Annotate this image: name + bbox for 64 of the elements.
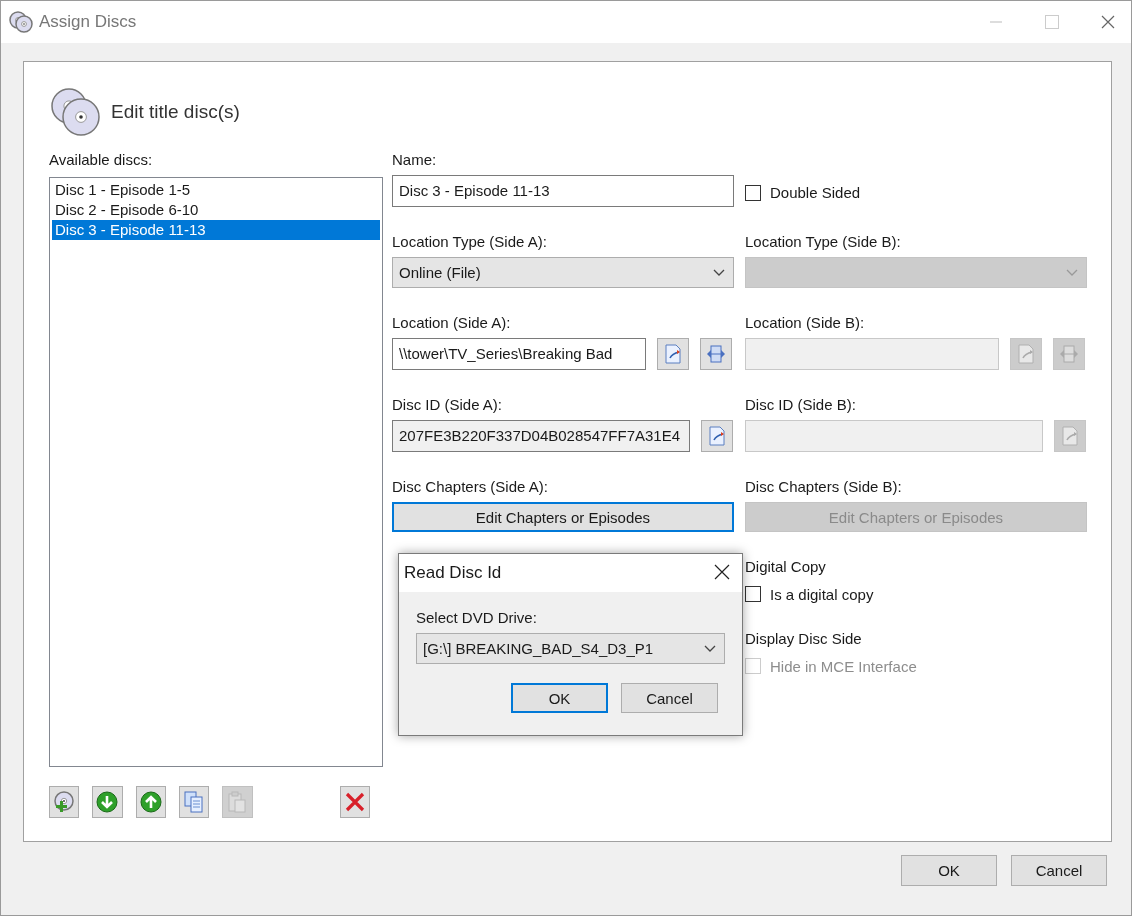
film-strip-icon	[1059, 345, 1079, 363]
checkbox-label: Is a digital copy	[770, 585, 874, 603]
field-label: Location Type (Side B):	[745, 232, 901, 252]
edit-document-icon	[664, 344, 682, 364]
toolbar-button[interactable]	[92, 786, 123, 818]
field-label: Disc ID (Side B):	[745, 395, 856, 415]
close-icon	[714, 563, 730, 580]
window-title: Assign Discs	[39, 12, 137, 32]
field-label: Disc Chapters (Side A):	[392, 477, 548, 497]
dialog-title: Read Disc Id	[404, 563, 502, 583]
disc-id-field[interactable]: 207FE3B220F337D04B028547FF7A31E4	[392, 420, 690, 452]
disc-list-item[interactable]: Disc 3 - Episode 11-13	[52, 220, 380, 240]
field-label: Display Disc Side	[745, 629, 862, 649]
minimize-icon	[990, 21, 1002, 23]
toolbar-button[interactable]	[49, 786, 80, 818]
field-label: Disc Chapters (Side B):	[745, 477, 902, 497]
add-disc-icon	[53, 791, 76, 813]
toolbar-button[interactable]	[179, 786, 210, 818]
copy-icon	[183, 791, 206, 813]
toolbar-button[interactable]	[135, 786, 166, 818]
drive-dropdown[interactable]: [G:\] BREAKING_BAD_S4_D3_P1	[416, 633, 725, 664]
video-button[interactable]	[700, 338, 732, 370]
caret-icon	[1066, 268, 1078, 277]
edit-document-icon	[1017, 344, 1035, 364]
video-button[interactable]	[1053, 338, 1085, 370]
name-field[interactable]: Disc 3 - Episode 11-13	[392, 175, 734, 207]
checkbox[interactable]	[745, 586, 761, 602]
read-disc-id-button[interactable]	[1054, 420, 1086, 452]
clipboard-icon	[226, 791, 249, 813]
close-icon	[1101, 15, 1115, 29]
checkbox-label: Hide in MCE Interface	[770, 657, 917, 675]
dropdown[interactable]: Online (File)	[392, 257, 734, 288]
field-label: Location Type (Side A):	[392, 232, 547, 252]
disc-list-item[interactable]: Disc 1 - Episode 1-5	[52, 180, 380, 200]
field-label: Location (Side A):	[392, 313, 511, 333]
edit-chapters-button[interactable]: Edit Chapters or Episodes	[392, 502, 734, 532]
caret-icon	[704, 644, 716, 653]
checkbox[interactable]	[745, 184, 761, 201]
discs-icon	[9, 11, 33, 33]
read-disc-id-button[interactable]	[701, 420, 733, 452]
field-label: Location (Side B):	[745, 313, 865, 333]
delete-icon	[343, 791, 366, 813]
edit-document-icon	[1061, 426, 1079, 446]
film-strip-icon	[706, 345, 726, 363]
disc-list-item[interactable]: Disc 2 - Episode 6-10	[52, 200, 380, 220]
maximize-icon	[1045, 15, 1059, 29]
dialog-button[interactable]: Cancel	[621, 683, 718, 713]
dialog-button[interactable]: OK	[901, 855, 997, 886]
caret-icon	[713, 268, 725, 277]
dialog-button[interactable]: OK	[511, 683, 608, 713]
checkbox-label: Double Sided	[770, 184, 861, 201]
edit-document-icon	[708, 426, 726, 446]
browse-button[interactable]	[657, 338, 689, 370]
field-label: Available discs:	[49, 150, 153, 170]
discs-icon	[49, 86, 103, 138]
field-label: Name:	[392, 150, 437, 170]
field-label: Digital Copy	[745, 557, 826, 577]
dialog-button[interactable]: Cancel	[1011, 855, 1107, 886]
field-label: Select DVD Drive:	[416, 608, 537, 628]
browse-button[interactable]	[1010, 338, 1042, 370]
section-title: Edit title disc(s)	[111, 101, 240, 123]
toolbar-button[interactable]	[339, 786, 370, 818]
field-label: Disc ID (Side A):	[392, 395, 503, 415]
location-field[interactable]: \\tower\TV_Series\Breaking Bad	[392, 338, 646, 370]
